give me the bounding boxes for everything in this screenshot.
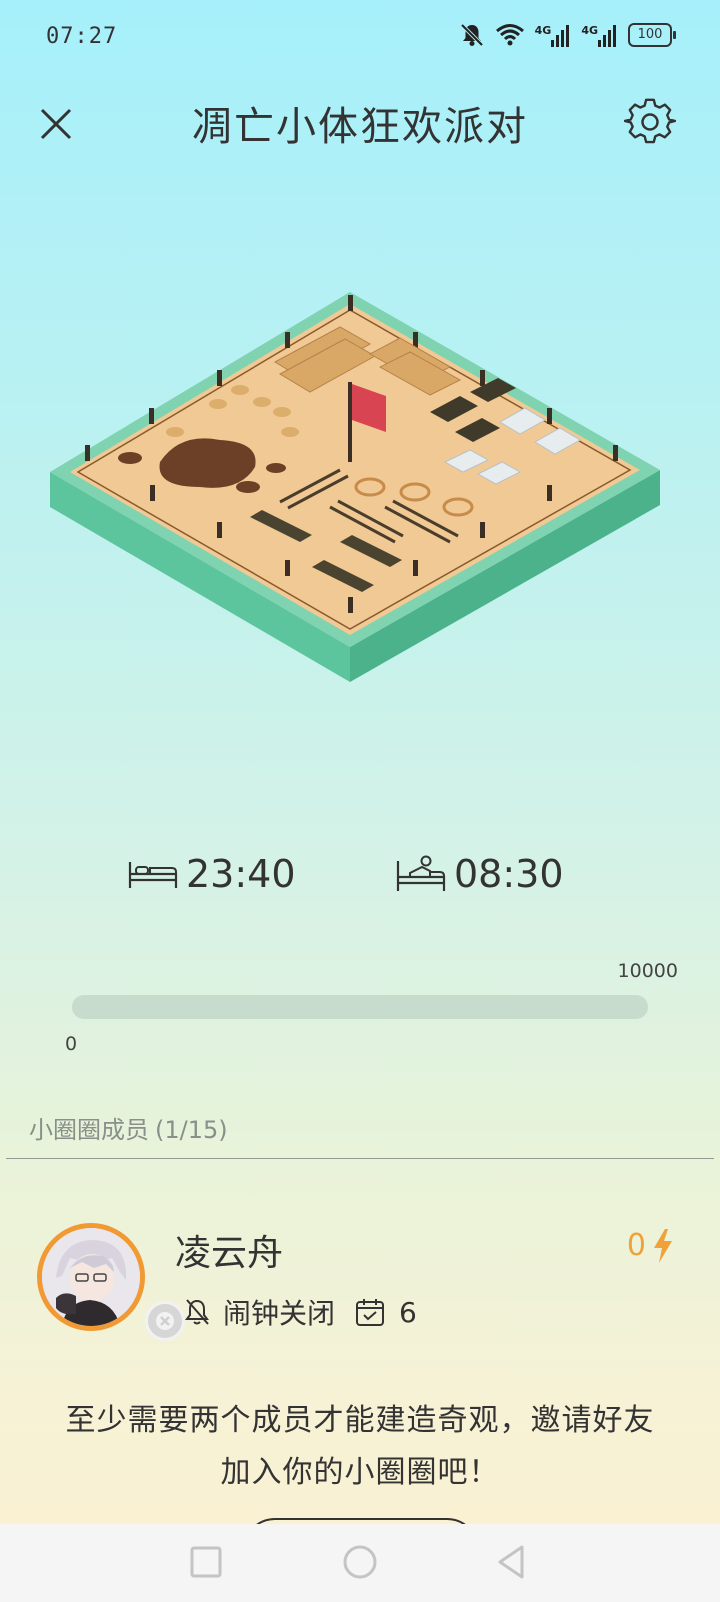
wifi-icon — [495, 24, 524, 46]
back-icon[interactable] — [492, 1542, 532, 1582]
calendar-check-icon — [356, 1299, 385, 1326]
energy-value: 0 — [626, 1228, 646, 1263]
invite-message: 至少需要两个成员才能建造奇观，邀请好友 加入你的小圈圈吧！ — [0, 1395, 720, 1499]
streak-days: 6 — [399, 1295, 417, 1329]
system-navigation-bar — [0, 1524, 720, 1602]
status-time: 07:27 — [46, 24, 118, 49]
progress-min-label: 0 — [65, 1033, 78, 1055]
alarm-status: 闹钟关闭 — [223, 1297, 336, 1330]
remove-member-badge[interactable] — [145, 1301, 185, 1341]
cellular-signal-1: 4G — [535, 24, 572, 47]
status-icons: 4G 4G 100 — [459, 22, 676, 48]
construction-site-illustration — [50, 292, 660, 682]
lightning-icon — [654, 1228, 672, 1263]
member-energy: 0 — [627, 1228, 674, 1263]
sleep-time-group[interactable]: 23:40 — [128, 852, 296, 896]
bed-wake-icon — [396, 855, 446, 891]
anime-portrait-icon — [42, 1228, 140, 1326]
member-row[interactable]: 凌云舟 闹钟关闭 6 0 — [0, 1210, 720, 1341]
alarm-off-icon — [185, 1299, 209, 1325]
page-title: 凋亡小体狂欢派对 — [192, 104, 528, 150]
header: 凋亡小体狂欢派对 — [0, 82, 720, 162]
bed-sleep-icon — [128, 862, 178, 888]
wake-time-group[interactable]: 08:30 — [396, 852, 564, 896]
wonder-progress-bar — [72, 995, 648, 1019]
members-count: (1/15) — [155, 1116, 228, 1144]
invite-line-2: 加入你的小圈圈吧！ — [220, 1455, 500, 1490]
wake-time: 08:30 — [454, 852, 564, 896]
members-title-text: 小圈圈成员 — [29, 1116, 149, 1144]
gear-icon[interactable] — [624, 96, 676, 148]
recent-apps-icon[interactable] — [186, 1542, 226, 1582]
battery-indicator: 100 — [628, 23, 676, 47]
avatar-image — [42, 1228, 140, 1326]
signal-bars-icon — [551, 24, 570, 47]
home-icon[interactable] — [340, 1542, 380, 1582]
sleep-time: 23:40 — [186, 852, 296, 896]
avatar[interactable] — [37, 1223, 185, 1341]
divider — [6, 1158, 714, 1159]
status-bar: 07:27 4G 4G 100 — [0, 0, 720, 76]
member-meta: 闹钟关闭 6 — [183, 1292, 417, 1332]
cellular-signal-2: 4G — [581, 24, 618, 47]
invite-line-1: 至少需要两个成员才能建造奇观，邀请好友 — [65, 1403, 655, 1438]
mute-notification-icon — [460, 23, 484, 47]
signal-bars-icon — [598, 24, 616, 47]
close-icon — [156, 1312, 174, 1330]
alarm-times: 23:40 08:30 — [0, 852, 720, 922]
member-name: 凌云舟 — [175, 1233, 284, 1274]
progress-max-label: 10000 — [617, 960, 678, 982]
members-section-title: 小圈圈成员 (1/15) — [29, 1110, 228, 1145]
